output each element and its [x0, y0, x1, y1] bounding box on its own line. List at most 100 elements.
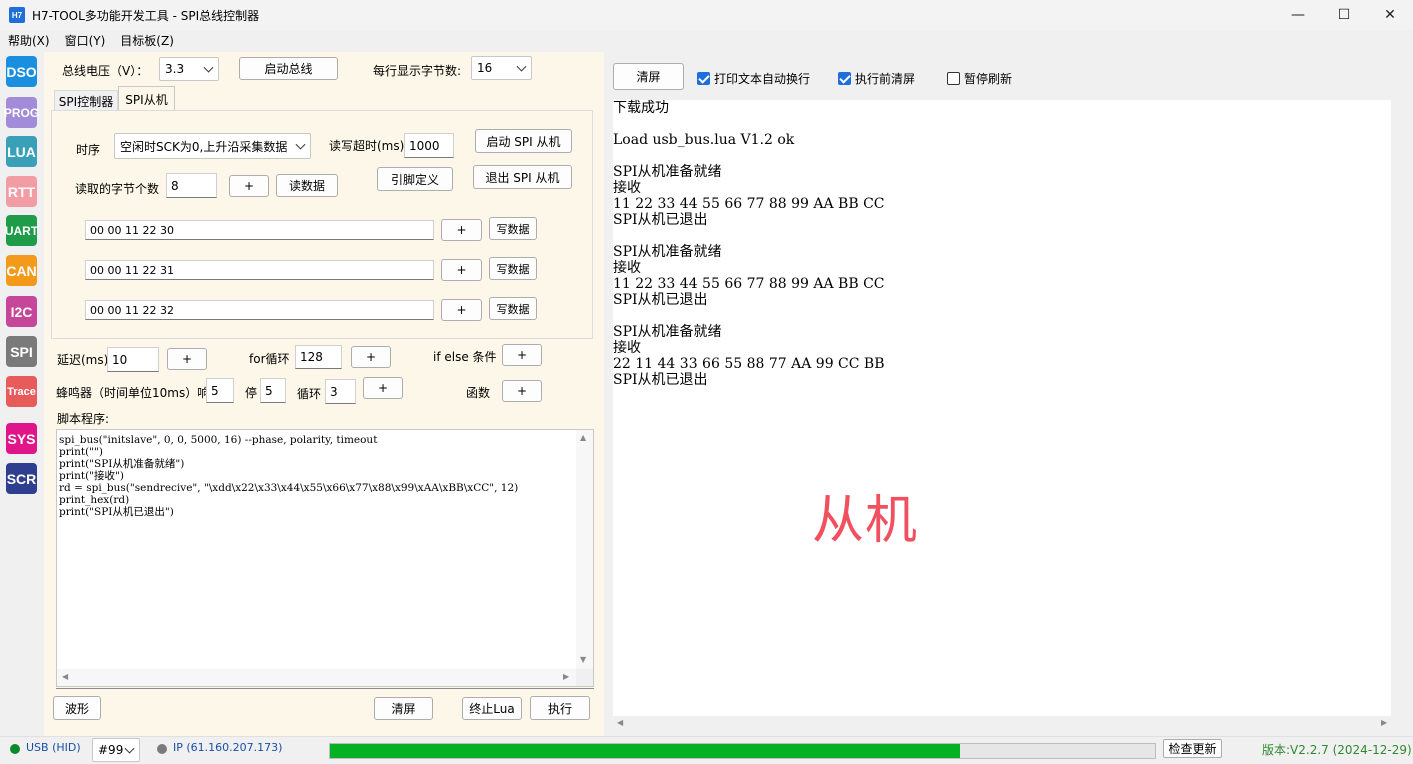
sidebar-can-button[interactable]: CAN [6, 255, 37, 286]
for-loop-add-button[interactable]: + [351, 346, 391, 368]
read-count-add-button[interactable]: + [229, 175, 269, 197]
spi-slave-group: 时序 空闲时SCK为0,上升沿采集数据 读写超时(ms) 1000 启动 SPI… [51, 110, 593, 339]
divider [56, 688, 594, 689]
run-button[interactable]: 执行 [530, 696, 590, 720]
script-code[interactable]: spi_bus("initslave", 0, 0, 5000, 16) --p… [59, 434, 577, 518]
write-row-2-add-button[interactable]: + [441, 259, 482, 281]
scrollbar-corner [576, 669, 593, 686]
usb-status-icon [10, 744, 20, 754]
chevron-down-icon [516, 61, 527, 72]
timing-select[interactable]: 空闲时SCK为0,上升沿采集数据 [114, 133, 311, 159]
pause-refresh-label: 暂停刷新 [964, 72, 1013, 86]
beep-add-button[interactable]: + [363, 377, 403, 399]
sidebar-scr-button[interactable]: SCR [6, 463, 37, 494]
write-data-input-2[interactable]: 00 00 11 22 31 [85, 260, 434, 280]
read-data-button[interactable]: 读数据 [276, 174, 338, 197]
pin-definition-button[interactable]: 引脚定义 [377, 167, 453, 191]
scroll-up-icon[interactable]: ▲ [580, 433, 586, 442]
timeout-label: 读写超时(ms) [329, 139, 405, 153]
clear-before-run-checkbox[interactable]: 执行前清屏 [838, 70, 915, 87]
timeout-input[interactable]: 1000 [404, 133, 454, 158]
beep-stop-label: 停 [245, 386, 258, 400]
read-count-label: 读取的字节个数 [75, 182, 160, 196]
waveform-button[interactable]: 波形 [53, 696, 101, 720]
bus-voltage-select[interactable]: 3.3 [159, 57, 219, 81]
output-line: 接收 [613, 260, 641, 276]
menu-target-board[interactable]: 目标板(Z) [112, 32, 181, 49]
script-editor[interactable]: spi_bus("initslave", 0, 0, 5000, 16) --p… [56, 429, 594, 687]
usb-status-label: USB (HID) [26, 741, 81, 754]
write-data-button-2[interactable]: 写数据 [489, 257, 537, 280]
write-data-input-1[interactable]: 00 00 11 22 30 [85, 220, 434, 240]
maximize-button[interactable]: ☐ [1321, 0, 1367, 30]
beep-loop-input[interactable]: 3 [325, 379, 356, 404]
output-console[interactable]: 从机 下载成功 Load usb_bus.lua V1.2 ok SPI从机准备就绪… [613, 100, 1391, 716]
sidebar-dso-button[interactable]: DSO [6, 56, 37, 87]
pause-refresh-checkbox[interactable]: 暂停刷新 [947, 70, 1012, 87]
write-data-button-1[interactable]: 写数据 [489, 217, 537, 240]
output-line: Load usb_bus.lua V1.2 ok [613, 132, 795, 148]
scroll-right-icon[interactable]: ▶ [563, 672, 569, 681]
sidebar-prog-button[interactable]: PROG [4, 97, 39, 128]
sidebar-uart-button[interactable]: UART [5, 215, 38, 246]
bytes-per-line-select[interactable]: 16 [471, 56, 532, 80]
clear-output-button[interactable]: 清屏 [613, 63, 684, 90]
close-button[interactable]: ✕ [1367, 0, 1413, 30]
sidebar-sys-button[interactable]: SYS [6, 423, 37, 454]
title-bar: H7 H7-TOOL多功能开发工具 - SPI总线控制器 — ☐ ✕ [0, 0, 1413, 30]
output-line: SPI从机已退出 [613, 372, 708, 388]
check-update-button[interactable]: 检查更新 [1163, 739, 1222, 758]
app-icon: H7 [9, 7, 25, 23]
tab-spi-controller[interactable]: SPI控制器 [54, 90, 118, 111]
scroll-left-icon[interactable]: ◀ [617, 718, 623, 727]
beep-loop-label: 循环 [297, 387, 322, 401]
read-count-input[interactable]: 8 [166, 173, 217, 198]
output-horizontal-scrollbar[interactable]: ◀ ▶ [613, 716, 1391, 730]
beep-off-input[interactable]: 5 [260, 378, 286, 403]
function-label: 函数 [466, 386, 491, 400]
start-bus-button[interactable]: 启动总线 [239, 57, 338, 80]
sidebar-i2c-button[interactable]: I2C [6, 296, 37, 327]
for-loop-input[interactable]: 128 [295, 345, 342, 369]
sidebar-trace-button[interactable]: Trace [6, 376, 37, 407]
menu-help[interactable]: 帮助(X) [0, 32, 57, 49]
device-select[interactable]: #99 [92, 738, 140, 762]
output-line: SPI从机已退出 [613, 292, 708, 308]
function-add-button[interactable]: + [502, 380, 542, 402]
tool-sidebar: DSO PROG LUA RTT UART CAN I2C SPI Trace … [0, 52, 44, 736]
if-else-add-button[interactable]: + [502, 344, 542, 366]
chevron-down-icon [203, 62, 214, 73]
clear-script-button[interactable]: 清屏 [374, 697, 433, 720]
tab-spi-slave[interactable]: SPI从机 [118, 86, 175, 111]
write-row-1-add-button[interactable]: + [441, 219, 482, 241]
menu-bar: 帮助(X) 窗口(Y) 目标板(Z) [0, 30, 181, 50]
status-bar: USB (HID) #99 IP (61.160.207.173) 检查更新 版… [0, 736, 1413, 764]
script-horizontal-scrollbar[interactable]: ◀ ▶ [57, 669, 578, 686]
chevron-down-icon [124, 743, 135, 754]
write-data-button-3[interactable]: 写数据 [489, 297, 537, 320]
menu-window[interactable]: 窗口(Y) [57, 32, 113, 49]
sidebar-lua-button[interactable]: LUA [6, 136, 37, 167]
output-line: 接收 [613, 340, 641, 356]
script-panel: 总线电压（V）： 3.3 启动总线 每行显示字节数: 16 SPI控制器 SPI… [44, 52, 604, 736]
delay-input[interactable]: 10 [107, 347, 159, 372]
sidebar-rtt-button[interactable]: RTT [6, 176, 37, 207]
delay-label: 延迟(ms) [57, 353, 109, 367]
timing-value: 空闲时SCK为0,上升沿采集数据 [120, 139, 288, 154]
stop-lua-button[interactable]: 终止Lua [462, 697, 522, 720]
write-row-3-add-button[interactable]: + [441, 299, 482, 321]
auto-wrap-checkbox[interactable]: 打印文本自动换行 [697, 70, 810, 87]
beep-on-input[interactable]: 5 [206, 378, 234, 403]
script-vertical-scrollbar[interactable]: ▲ ▼ [576, 430, 593, 670]
sidebar-spi-button[interactable]: SPI [6, 336, 37, 367]
exit-spi-slave-button[interactable]: 退出 SPI 从机 [473, 165, 572, 189]
scroll-down-icon[interactable]: ▼ [580, 655, 586, 664]
window-title: H7-TOOL多功能开发工具 - SPI总线控制器 [32, 8, 260, 23]
delay-add-button[interactable]: + [167, 348, 207, 370]
beep-label: 蜂鸣器（时间单位10ms）响 [56, 386, 210, 400]
scroll-right-icon[interactable]: ▶ [1381, 718, 1387, 727]
write-data-input-3[interactable]: 00 00 11 22 32 [85, 300, 434, 320]
minimize-button[interactable]: — [1275, 0, 1321, 30]
scroll-left-icon[interactable]: ◀ [62, 672, 68, 681]
start-spi-slave-button[interactable]: 启动 SPI 从机 [475, 129, 572, 153]
